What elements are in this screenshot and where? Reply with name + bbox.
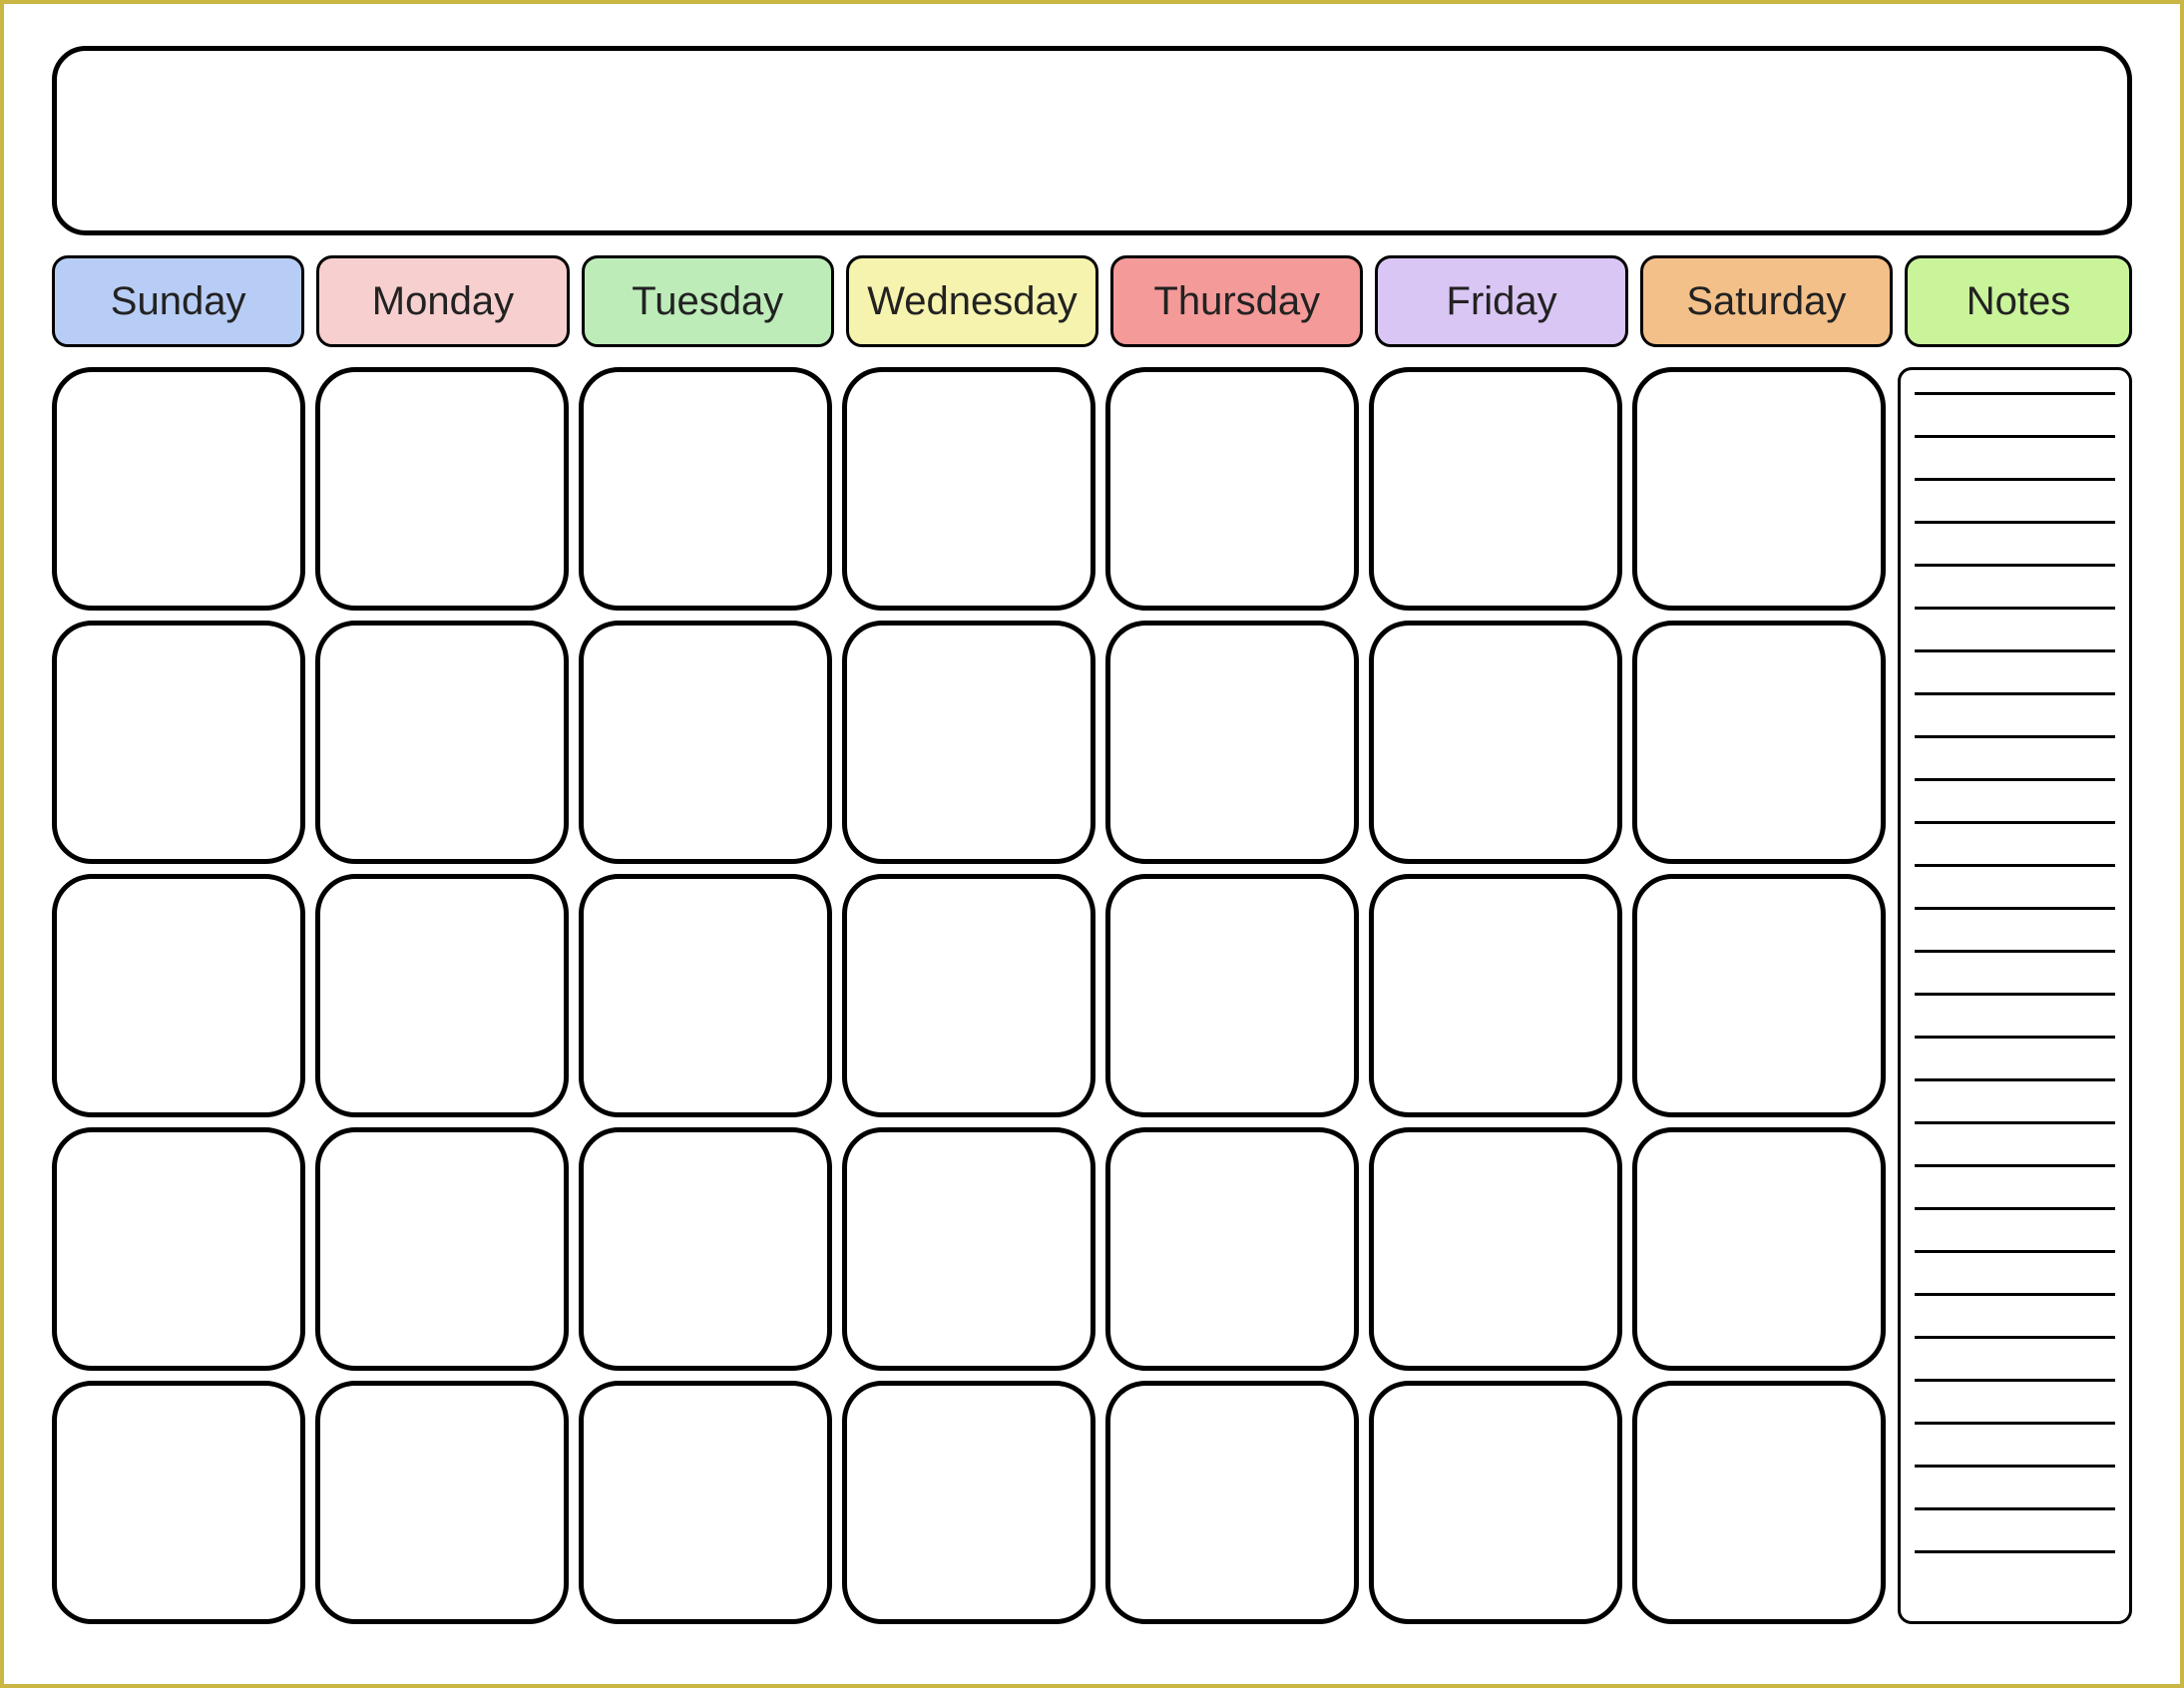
- header-sunday: Sunday: [52, 255, 304, 347]
- notes-line[interactable]: [1915, 950, 2115, 953]
- day-cell[interactable]: [1632, 874, 1886, 1117]
- notes-line[interactable]: [1915, 564, 2115, 567]
- title-bar[interactable]: [52, 46, 2132, 235]
- day-cell[interactable]: [1105, 367, 1359, 611]
- notes-line[interactable]: [1915, 1207, 2115, 1210]
- day-cell[interactable]: [842, 1127, 1095, 1371]
- day-cell[interactable]: [315, 621, 569, 864]
- day-cell[interactable]: [1369, 1381, 1622, 1624]
- notes-line[interactable]: [1915, 1465, 2115, 1468]
- day-cell[interactable]: [52, 621, 305, 864]
- notes-line[interactable]: [1915, 435, 2115, 438]
- calendar-body: [52, 367, 2132, 1624]
- header-tuesday: Tuesday: [582, 255, 834, 347]
- header-notes: Notes: [1905, 255, 2132, 347]
- day-cell[interactable]: [579, 621, 832, 864]
- day-cell[interactable]: [52, 874, 305, 1117]
- day-cell[interactable]: [1632, 1127, 1886, 1371]
- day-cell[interactable]: [1369, 1127, 1622, 1371]
- notes-line[interactable]: [1915, 1336, 2115, 1339]
- day-cell[interactable]: [1632, 367, 1886, 611]
- header-monday: Monday: [316, 255, 569, 347]
- notes-line[interactable]: [1915, 1379, 2115, 1382]
- day-cell[interactable]: [315, 874, 569, 1117]
- day-cell[interactable]: [1369, 367, 1622, 611]
- notes-line[interactable]: [1915, 692, 2115, 695]
- day-cell[interactable]: [842, 874, 1095, 1117]
- day-cell[interactable]: [579, 874, 832, 1117]
- day-cell[interactable]: [1105, 1381, 1359, 1624]
- notes-line[interactable]: [1915, 1507, 2115, 1510]
- notes-line[interactable]: [1915, 1293, 2115, 1296]
- header-friday: Friday: [1375, 255, 1627, 347]
- day-cell[interactable]: [1369, 621, 1622, 864]
- day-cell[interactable]: [842, 621, 1095, 864]
- day-cell[interactable]: [315, 1127, 569, 1371]
- notes-line[interactable]: [1915, 1550, 2115, 1553]
- day-cell[interactable]: [315, 367, 569, 611]
- day-cell[interactable]: [1105, 874, 1359, 1117]
- day-cell[interactable]: [579, 1127, 832, 1371]
- day-cell[interactable]: [52, 367, 305, 611]
- day-cell[interactable]: [315, 1381, 569, 1624]
- column-headers: Sunday Monday Tuesday Wednesday Thursday…: [52, 255, 2132, 347]
- day-cell[interactable]: [1632, 1381, 1886, 1624]
- day-cell[interactable]: [1105, 1127, 1359, 1371]
- header-saturday: Saturday: [1640, 255, 1893, 347]
- days-grid: [52, 367, 1886, 1624]
- day-cell[interactable]: [842, 367, 1095, 611]
- notes-line[interactable]: [1915, 907, 2115, 910]
- notes-line[interactable]: [1915, 778, 2115, 781]
- day-cell[interactable]: [52, 1127, 305, 1371]
- notes-panel[interactable]: [1898, 367, 2132, 1624]
- notes-line[interactable]: [1915, 1036, 2115, 1039]
- notes-line[interactable]: [1915, 1250, 2115, 1253]
- day-cell[interactable]: [1105, 621, 1359, 864]
- notes-line[interactable]: [1915, 1121, 2115, 1124]
- day-cell[interactable]: [1632, 621, 1886, 864]
- notes-line[interactable]: [1915, 821, 2115, 824]
- header-thursday: Thursday: [1110, 255, 1363, 347]
- day-cell[interactable]: [1369, 874, 1622, 1117]
- notes-line[interactable]: [1915, 864, 2115, 867]
- day-cell[interactable]: [842, 1381, 1095, 1624]
- day-cell[interactable]: [579, 1381, 832, 1624]
- notes-line[interactable]: [1915, 1422, 2115, 1425]
- day-cell[interactable]: [579, 367, 832, 611]
- notes-line[interactable]: [1915, 392, 2115, 395]
- notes-line[interactable]: [1915, 607, 2115, 610]
- notes-line[interactable]: [1915, 735, 2115, 738]
- notes-line[interactable]: [1915, 993, 2115, 996]
- notes-line[interactable]: [1915, 521, 2115, 524]
- notes-line[interactable]: [1915, 649, 2115, 652]
- day-cell[interactable]: [52, 1381, 305, 1624]
- header-wednesday: Wednesday: [846, 255, 1098, 347]
- notes-line[interactable]: [1915, 1078, 2115, 1081]
- notes-line[interactable]: [1915, 478, 2115, 481]
- notes-line[interactable]: [1915, 1164, 2115, 1167]
- calendar-page: Sunday Monday Tuesday Wednesday Thursday…: [0, 0, 2184, 1688]
